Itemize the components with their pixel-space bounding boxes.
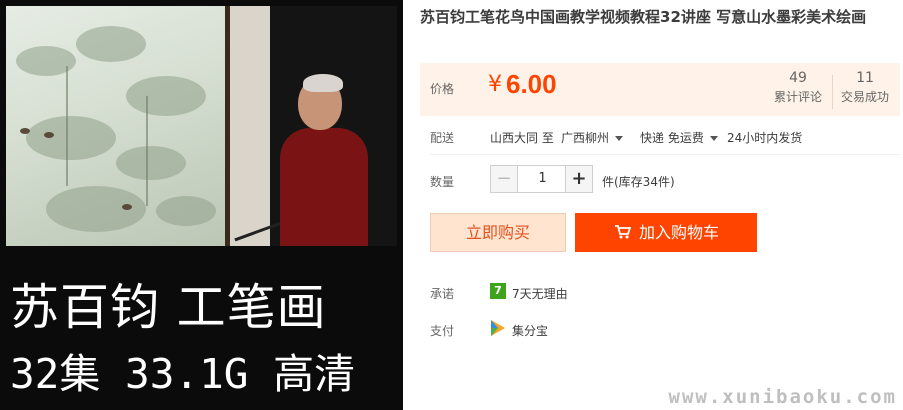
reviews-count: 49 bbox=[789, 70, 807, 86]
payment-icon bbox=[491, 320, 505, 336]
product-title: 苏百钧工笔花鸟中国画教学视频教程32讲座 写意山水墨彩美术绘画 bbox=[420, 8, 867, 26]
deals-label: 交易成功 bbox=[840, 90, 889, 104]
price-currency: ¥ bbox=[488, 72, 502, 97]
deals-stat: 11 交易成功 bbox=[836, 69, 894, 107]
buy-now-button[interactable]: 立即购买 bbox=[430, 213, 566, 252]
shipping-destination-label: 广西柳州 bbox=[561, 131, 610, 145]
quantity-input[interactable]: 1 bbox=[519, 166, 566, 192]
deals-count: 11 bbox=[856, 70, 874, 86]
shipping-time: 24小时内发货 bbox=[727, 131, 803, 145]
shipping-from: 山西大同 至 bbox=[490, 131, 554, 145]
promise-label: 承诺 bbox=[430, 287, 455, 301]
cart-icon bbox=[615, 225, 631, 239]
payment-label: 支付 bbox=[430, 324, 455, 338]
quantity-increase-button[interactable]: + bbox=[565, 166, 592, 192]
reviews-stat[interactable]: 49 累计评论 bbox=[769, 69, 827, 107]
presenter-body bbox=[280, 128, 368, 246]
scroll-paper bbox=[230, 6, 270, 246]
caret-down-icon bbox=[709, 136, 718, 141]
promise-text[interactable]: 7天无理由 bbox=[512, 285, 568, 302]
image-caption-line2: 32集 33.1G 高清 bbox=[10, 350, 356, 398]
price-value: 6.00 bbox=[506, 69, 557, 99]
product-image[interactable]: 苏百钧 工笔画 32集 33.1G 高清 bbox=[0, 0, 403, 410]
quantity-decrease-button[interactable]: − bbox=[491, 166, 518, 192]
stat-divider bbox=[832, 75, 833, 109]
divider bbox=[430, 154, 900, 155]
shipping-method-select[interactable]: 快递 免运费 bbox=[640, 129, 718, 146]
shipping-label: 配送 bbox=[430, 131, 455, 145]
seven-day-badge-icon: 7 bbox=[490, 283, 506, 299]
reviews-label: 累计评论 bbox=[773, 90, 822, 104]
quantity-label: 数量 bbox=[430, 175, 455, 189]
stock-info: 件(库存34件) bbox=[602, 175, 675, 189]
shipping-row: 配送 山西大同 至 广西柳州 快递 免运费 24小时内发货 bbox=[420, 127, 900, 147]
painting-scroll bbox=[6, 6, 225, 246]
caret-down-icon bbox=[615, 136, 624, 141]
price-box: 价格 ¥ 6.00 49 累计评论 11 交易成功 bbox=[420, 63, 900, 116]
presenter-hair bbox=[303, 74, 343, 92]
shipping-method-label: 快递 免运费 bbox=[640, 131, 704, 145]
shipping-destination-select[interactable]: 广西柳州 bbox=[561, 129, 624, 146]
product-info-panel: 苏百钧工笔花鸟中国画教学视频教程32讲座 写意山水墨彩美术绘画 价格 ¥ 6.0… bbox=[420, 0, 903, 410]
image-caption-line1: 苏百钧 工笔画 bbox=[10, 279, 327, 336]
add-to-cart-label: 加入购物车 bbox=[639, 223, 720, 242]
payment-text[interactable]: 集分宝 bbox=[512, 322, 548, 339]
watermark: www.xunibaoku.com bbox=[668, 386, 897, 408]
quantity-stepper: − 1 + bbox=[490, 165, 593, 193]
add-to-cart-button[interactable]: 加入购物车 bbox=[575, 213, 757, 252]
price-label: 价格 bbox=[430, 82, 455, 96]
